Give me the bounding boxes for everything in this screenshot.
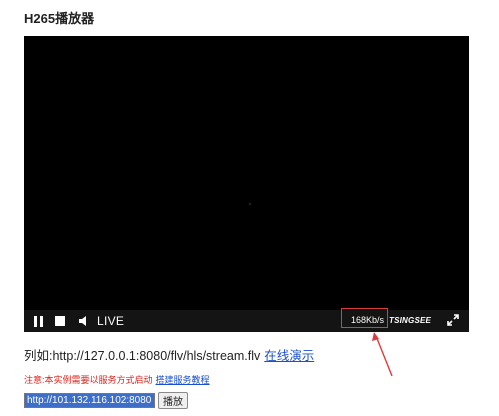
demo-link[interactable]: 在线演示 (264, 349, 314, 363)
volume-icon[interactable] (78, 315, 90, 327)
play-button[interactable]: 播放 (158, 392, 188, 409)
example-prefix: 列如: (24, 349, 53, 363)
fullscreen-icon[interactable] (447, 314, 459, 326)
tutorial-link[interactable]: 搭建服务教程 (156, 375, 210, 385)
example-line: 列如:http://127.0.0.1:8080/flv/hls/stream.… (24, 345, 314, 364)
brand-logo: TSINGSEE (389, 316, 432, 325)
video-center-dot (249, 203, 251, 205)
bitrate-readout: 168Kb/s (351, 315, 385, 325)
annotation-arrow (372, 332, 393, 377)
note-text: 注意:本实例需要以服务方式启动 (24, 375, 153, 385)
stop-icon[interactable] (55, 316, 65, 326)
page-title: H265播放器 (24, 11, 95, 26)
note-line: 注意:本实例需要以服务方式启动 搭建服务教程 (24, 373, 210, 386)
stream-url-input[interactable] (24, 393, 155, 408)
example-url: http://127.0.0.1:8080/flv/hls/stream.flv (52, 349, 261, 363)
video-player[interactable]: LIVE 168Kb/s TSINGSEE (24, 36, 469, 332)
live-label: LIVE (97, 314, 125, 328)
player-control-bar: LIVE 168Kb/s TSINGSEE (24, 308, 469, 332)
pause-icon[interactable] (34, 316, 44, 327)
